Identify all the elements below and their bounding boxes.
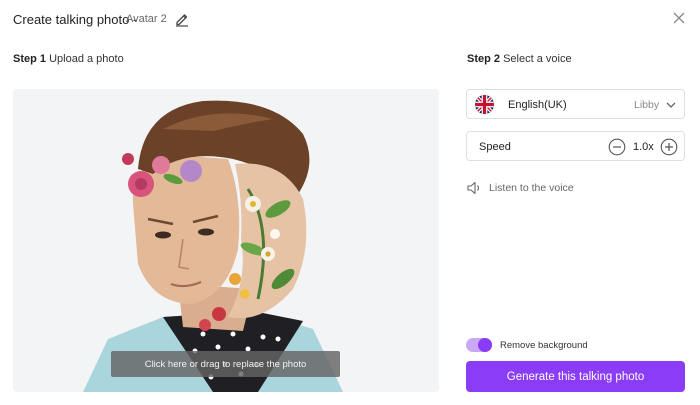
decrease-speed-button[interactable] [608, 138, 626, 156]
replace-photo-bar[interactable]: Click here or drag to replace the photo [111, 351, 340, 377]
listen-voice-button[interactable]: Listen to the voice [466, 180, 574, 196]
generate-button[interactable]: Generate this talking photo [466, 361, 685, 392]
avatar-name: Avatar 2 [126, 13, 167, 25]
voice-language: English(UK) [508, 99, 567, 111]
toggle-knob [478, 338, 492, 352]
increase-speed-button[interactable] [660, 138, 678, 156]
speed-stepper: Speed 1.0x [466, 131, 685, 161]
uk-flag-icon [475, 95, 494, 114]
remove-background-label: Remove background [500, 340, 588, 351]
step2-label: Step 2 Select a voice [467, 53, 572, 65]
remove-background-toggle[interactable] [466, 338, 492, 352]
pencil-icon[interactable] [174, 11, 190, 27]
speed-value: 1.0x [633, 141, 654, 153]
photo-upload-area[interactable]: Click here or drag to replace the photo [13, 89, 439, 392]
step1-label: Step 1 Upload a photo [13, 53, 124, 65]
speaker-icon [467, 181, 480, 195]
uploaded-photo [83, 100, 343, 392]
voice-name: Libby [634, 99, 660, 111]
dialog-header: Create talking photo - Avatar 2 [0, 0, 700, 40]
close-icon[interactable] [672, 11, 686, 25]
chevron-down-icon [666, 102, 676, 108]
listen-label: Listen to the voice [489, 182, 574, 194]
voice-dropdown[interactable]: English(UK) Libby [466, 89, 685, 119]
speed-label: Speed [479, 141, 511, 153]
dialog-title: Create talking photo - [13, 12, 138, 27]
